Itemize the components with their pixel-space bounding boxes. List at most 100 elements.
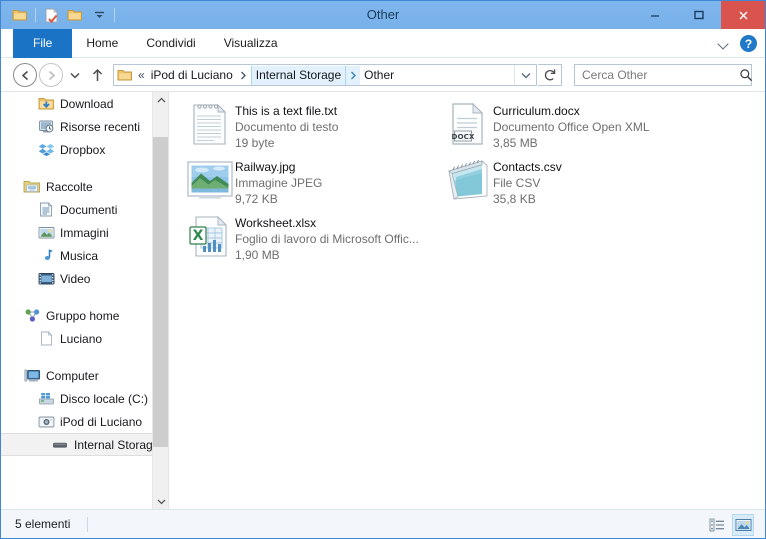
breadcrumb-separator-1[interactable] (237, 66, 251, 85)
view-buttons (707, 510, 754, 539)
maximize-button[interactable] (677, 1, 721, 29)
sidebar-item-download[interactable]: Download (1, 92, 152, 115)
sidebar-item-musica[interactable]: Musica (1, 244, 152, 267)
file-item[interactable]: DOCX Curriculum.docx Documento Office Ope… (441, 96, 699, 152)
file-column: This is a text file.txt Documento di test… (183, 96, 441, 264)
file-item[interactable]: This is a text file.txt Documento di test… (183, 96, 441, 152)
music-icon (37, 247, 55, 265)
status-bar: 5 elementi (1, 509, 765, 538)
help-icon[interactable]: ? (740, 35, 757, 52)
breadcrumb-item-other[interactable]: Other (360, 66, 398, 85)
sidebar-item-immagini[interactable]: Immagini (1, 221, 152, 244)
nav-group-spacer (1, 290, 152, 304)
tab-condividi[interactable]: Condividi (132, 29, 209, 58)
video-icon (37, 270, 55, 288)
title-bar: Other (1, 1, 765, 29)
sidebar-item-documenti[interactable]: Documenti (1, 198, 152, 221)
address-bar[interactable]: « iPod di Luciano Internal Storage Other (113, 64, 537, 86)
file-meta: Contacts.csv File CSV 35,8 KB (493, 154, 562, 207)
breadcrumb-item-ipod[interactable]: iPod di Luciano (147, 66, 237, 85)
sidebar-item-label: Documenti (60, 202, 118, 217)
libraries-icon (23, 178, 41, 196)
file-meta: Curriculum.docx Documento Office Open XML… (493, 98, 650, 151)
explorer-body: Download Risorse recenti Dropbox Raccolt… (1, 91, 765, 510)
sidebar-item-video[interactable]: Video (1, 267, 152, 290)
text-file-icon (185, 98, 235, 150)
up-button[interactable] (87, 63, 107, 87)
new-folder-icon[interactable] (40, 4, 62, 26)
sidebar-item-label: Disco locale (C:) (60, 391, 149, 406)
file-size: 9,72 KB (235, 192, 278, 206)
file-name: Worksheet.xlsx (235, 216, 317, 230)
address-dropdown-icon[interactable] (514, 65, 536, 85)
sidebar-item-dropbox[interactable]: Dropbox (1, 138, 152, 161)
breadcrumb: « iPod di Luciano Internal Storage Other (114, 65, 514, 85)
homegroup-icon (23, 307, 41, 325)
file-item[interactable]: X Worksheet.xlsx Foglio di lavoro di Micr… (183, 208, 441, 264)
search-box[interactable] (574, 64, 753, 86)
file-columns: This is a text file.txt Documento di test… (183, 96, 765, 264)
history-dropdown-button[interactable] (65, 63, 85, 87)
folder-icon[interactable] (9, 4, 31, 26)
file-item[interactable]: Contacts.csv File CSV 35,8 KB (441, 152, 699, 208)
explorer-window: Other File Home Condividi Visualizza ? «… (0, 0, 766, 539)
search-icon[interactable] (739, 68, 753, 82)
file-meta: Worksheet.xlsx Foglio di lavoro di Micros… (235, 210, 419, 263)
minimize-button[interactable] (633, 1, 677, 29)
file-name: Contacts.csv (493, 160, 562, 174)
ribbon-tab-strip: File Home Condividi Visualizza ? (1, 29, 765, 58)
back-button[interactable] (13, 63, 37, 87)
toolbar-separator-2 (114, 8, 115, 22)
details-view-button[interactable] (707, 515, 727, 535)
status-separator (87, 517, 88, 532)
dropbox-icon (37, 141, 55, 159)
sidebar-item-internal-storage[interactable]: Internal Storage (1, 433, 152, 456)
sidebar-item-raccolte[interactable]: Raccolte (1, 175, 152, 198)
ipod-camera-icon (37, 413, 55, 431)
sidebar-item-label: iPod di Luciano (60, 414, 143, 429)
sidebar-item-label: Luciano (60, 331, 103, 346)
svg-text:X: X (193, 228, 204, 244)
tab-file[interactable]: File (13, 29, 73, 58)
excel-file-icon: X (185, 210, 235, 262)
tab-visualizza[interactable]: Visualizza (210, 29, 292, 58)
scroll-down-arrow-icon[interactable] (153, 493, 169, 510)
chevron-down-icon[interactable] (718, 38, 730, 50)
scrollbar-thumb[interactable] (153, 137, 169, 447)
svg-text:DOCX: DOCX (452, 132, 475, 141)
file-name: This is a text file.txt (235, 104, 338, 118)
quick-access-toolbar (9, 4, 117, 26)
jpeg-thumbnail-icon (185, 154, 235, 206)
search-input[interactable] (575, 67, 739, 83)
sidebar-item-label: Video (60, 271, 91, 286)
customize-dropdown-icon[interactable] (88, 4, 110, 26)
sidebar-item-disco-locale-c[interactable]: Disco locale (C:) (1, 387, 152, 410)
close-button[interactable] (721, 1, 765, 29)
address-toolbar: « iPod di Luciano Internal Storage Other (1, 58, 765, 91)
sidebar-item-ipod-di-luciano[interactable]: iPod di Luciano (1, 410, 152, 433)
breadcrumb-item-internal-storage[interactable]: Internal Storage (250, 65, 347, 85)
large-icons-view-button[interactable] (732, 513, 754, 536)
sidebar-item-label: Musica (60, 248, 99, 263)
refresh-icon[interactable] (538, 64, 562, 86)
navigation-pane-scrollbar[interactable] (152, 92, 169, 510)
tab-home[interactable]: Home (72, 29, 132, 58)
sidebar-item-gruppo-home[interactable]: Gruppo home (1, 304, 152, 327)
sidebar-item-risorse-recenti[interactable]: Risorse recenti (1, 115, 152, 138)
ribbon-right-controls: ? (718, 29, 757, 58)
breadcrumb-separator-2[interactable] (346, 65, 361, 85)
sidebar-item-luciano[interactable]: Luciano (1, 327, 152, 350)
user-page-icon (37, 330, 55, 348)
file-size: 3,85 MB (493, 136, 538, 150)
sidebar-item-computer[interactable]: Computer (1, 364, 152, 387)
scroll-up-arrow-icon[interactable] (153, 92, 169, 109)
file-type: Documento Office Open XML (493, 120, 650, 134)
breadcrumb-overflow[interactable]: « (136, 68, 147, 82)
csv-file-icon (443, 154, 493, 206)
file-item[interactable]: Railway.jpg Immagine JPEG 9,72 KB (183, 152, 441, 208)
folder-open-icon[interactable] (64, 4, 86, 26)
forward-button[interactable] (39, 63, 63, 87)
file-list[interactable]: This is a text file.txt Documento di test… (169, 92, 765, 510)
navigation-buttons (13, 63, 107, 87)
file-column: DOCX Curriculum.docx Documento Office Ope… (441, 96, 699, 264)
